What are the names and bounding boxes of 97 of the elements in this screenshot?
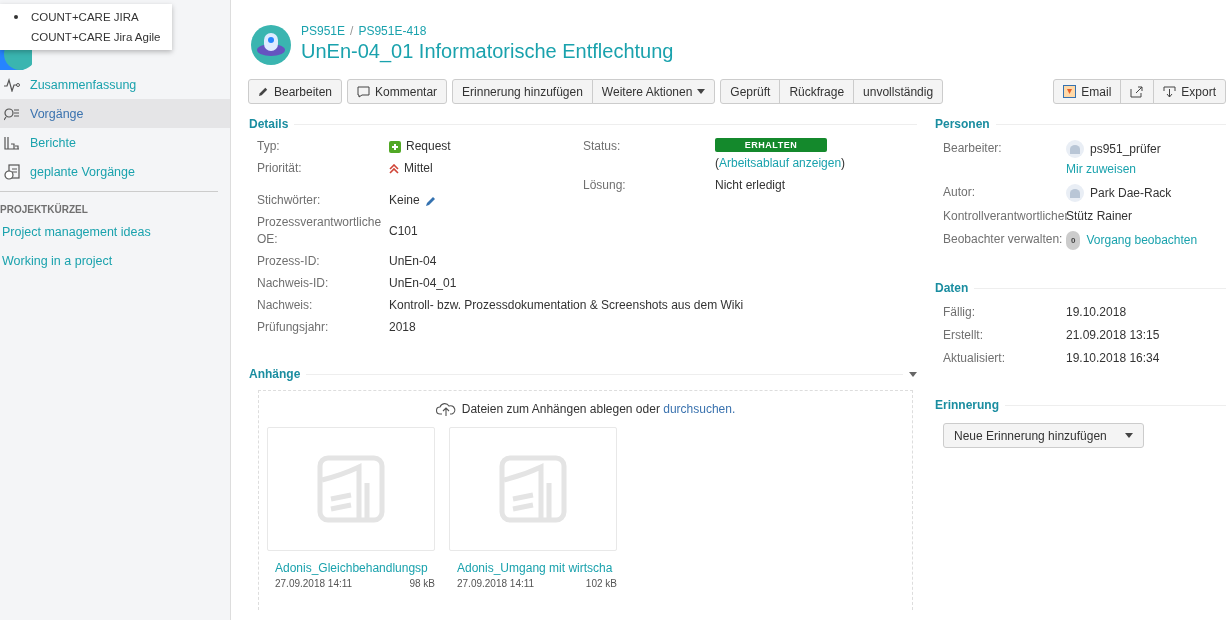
field-value: UnEn-04_01 (389, 275, 457, 292)
field-value: ps951_prüfer (1090, 140, 1161, 158)
toolbar-button[interactable]: unvollständig (853, 79, 944, 104)
toolbar-button[interactable] (1120, 79, 1155, 104)
user-avatar-icon (1066, 184, 1084, 202)
field-label: Lösung: (583, 177, 627, 194)
field-value: Nicht erledigt (715, 177, 787, 194)
field-label: Status: (583, 138, 622, 155)
issue-title: UnEn-04_01 Informatorische Entflechtung (301, 40, 674, 63)
pulse-icon (4, 77, 20, 92)
toolbar-button[interactable]: Email (1053, 79, 1122, 104)
field-value: UnEn-04 (389, 253, 437, 270)
bar-chart-icon (4, 135, 20, 150)
search-list-icon (4, 106, 20, 121)
document-icon (317, 455, 385, 523)
section-heading: Anhänge (249, 367, 301, 381)
assign-link[interactable]: Mir zuweisen (1066, 161, 1137, 178)
sidebar-item[interactable]: Vorgänge (0, 99, 230, 128)
toolbar-button[interactable]: Rückfrage (779, 79, 855, 104)
section-heading: Erinnerung (935, 398, 999, 412)
toolbar-button[interactable]: Bearbeiten (248, 79, 343, 104)
sidebar-item[interactable]: geplante Vorgänge (0, 157, 230, 186)
field-label: Erstellt: (943, 327, 984, 344)
field-label: Prozessverantwortliche OE: (257, 214, 383, 248)
field-value: Keine (389, 192, 420, 209)
field-label: Prozess-ID: (257, 253, 321, 270)
calendar-icon (4, 163, 20, 180)
drop-hint: Dateien zum Anhängen ablegen oder durchsuchen. (461, 402, 736, 416)
menu-item[interactable]: COUNT+CARE JIRA (31, 11, 139, 23)
file-thumbnail[interactable] (449, 427, 617, 551)
sidebar-item[interactable]: Berichte (0, 128, 230, 157)
field-value: 21.09.2018 13:15 (1066, 327, 1161, 344)
caret-icon (697, 89, 706, 94)
email-icon (1063, 85, 1077, 98)
comment-icon (357, 85, 371, 98)
field-label: Priorität: (257, 160, 303, 177)
field-label: Bearbeiter: (943, 140, 1003, 157)
breadcrumb-separator: / (350, 24, 354, 38)
breadcrumb-link[interactable]: PS951E (301, 24, 346, 38)
field-label: Nachweis-ID: (257, 275, 330, 292)
shortcut-link[interactable]: Project management ideas (2, 225, 230, 254)
shortcut-link[interactable]: Working in a project (2, 254, 230, 283)
field-label: Nachweis: (257, 297, 314, 314)
watcher-count: 0 (1066, 231, 1081, 250)
field-label: Fällig: (943, 304, 976, 321)
section-heading: Details (249, 117, 289, 131)
attachment-dropzone[interactable]: Dateien zum Anhängen ablegen oder durchsuchen. Adonis_Gleichbehandlungsp 27.09.2018 14:11 98 kB Adonis_Umgang mit wirtscha 27.09.2018 14:11 102 kB (258, 390, 913, 610)
field-label: Typ: (257, 138, 281, 155)
file-date: 27.09.2018 14:11 (275, 578, 353, 589)
sidebar-item[interactable]: Zusammenfassung (0, 70, 230, 99)
field-value: Kontroll- bzw. Prozessdokumentation & Screenshots aus dem Wiki (389, 297, 744, 314)
browse-link[interactable]: durchsuchen. (663, 402, 736, 416)
request-type-icon (389, 140, 401, 153)
watch-link[interactable]: Vorgang beobachten (1086, 232, 1198, 249)
toolbar-button[interactable]: Weitere Aktionen (591, 79, 716, 104)
workflow-note: (Arbeitsablauf anzeigen) (715, 155, 846, 172)
field-value: 19.10.2018 16:34 (1066, 350, 1161, 367)
document-icon (499, 455, 567, 523)
file-size: 102 kB (585, 578, 617, 589)
field-label: Autor: (943, 184, 976, 201)
menu-item[interactable]: COUNT+CARE Jira Agile (31, 31, 161, 43)
field-value: 19.10.2018 (1066, 304, 1128, 321)
field-value: C101 (389, 222, 418, 240)
add-reminder-button[interactable]: Neue Erinnerung hinzufügen (943, 423, 1144, 448)
field-label: Aktualisiert: (943, 350, 1007, 367)
pencil-icon[interactable] (424, 194, 437, 207)
toolbar-button[interactable]: Erinnerung hinzufügen (452, 79, 593, 104)
cloud-upload-icon (435, 401, 456, 417)
share-icon (1130, 85, 1145, 98)
download-icon (1163, 85, 1177, 98)
section-heading: Daten (935, 281, 969, 295)
workflow-link[interactable]: Arbeitsablauf anzeigen (719, 156, 842, 170)
section-heading: Personen (935, 117, 990, 131)
file-name-link[interactable]: Adonis_Umgang mit wirtscha (457, 561, 617, 575)
breadcrumb-link[interactable]: PS951E-418 (358, 24, 427, 38)
priority-icon (389, 163, 399, 174)
field-label: Stichwörter: (257, 192, 322, 209)
caret-icon (1124, 433, 1133, 438)
field-value: 2018 (389, 319, 416, 336)
status-lozenge: ERHALTEN (715, 138, 827, 152)
file-size: 98 kB (409, 578, 435, 589)
pencil-icon (258, 86, 269, 97)
file-name-link[interactable]: Adonis_Gleichbehandlungsp (275, 561, 435, 575)
file-thumbnail[interactable] (267, 427, 435, 551)
robot-avatar-icon (251, 25, 291, 65)
toolbar-button[interactable]: Geprüft (720, 79, 781, 104)
user-avatar-icon (1066, 140, 1084, 158)
field-value: Mittel (404, 160, 433, 177)
toolbar-button[interactable]: Kommentar (347, 79, 448, 104)
field-value: Park Dae-Rack (1090, 184, 1172, 202)
file-date: 27.09.2018 14:11 (457, 578, 535, 589)
toolbar-button[interactable]: Export (1153, 79, 1226, 104)
field-value: Request (406, 138, 451, 155)
field-label: Prüfungsjahr: (257, 319, 330, 336)
caret-icon[interactable] (909, 371, 917, 377)
section-heading: PROJEKTKÜRZEL (0, 202, 89, 217)
field-label: Beobachter verwalten: (943, 231, 1064, 248)
